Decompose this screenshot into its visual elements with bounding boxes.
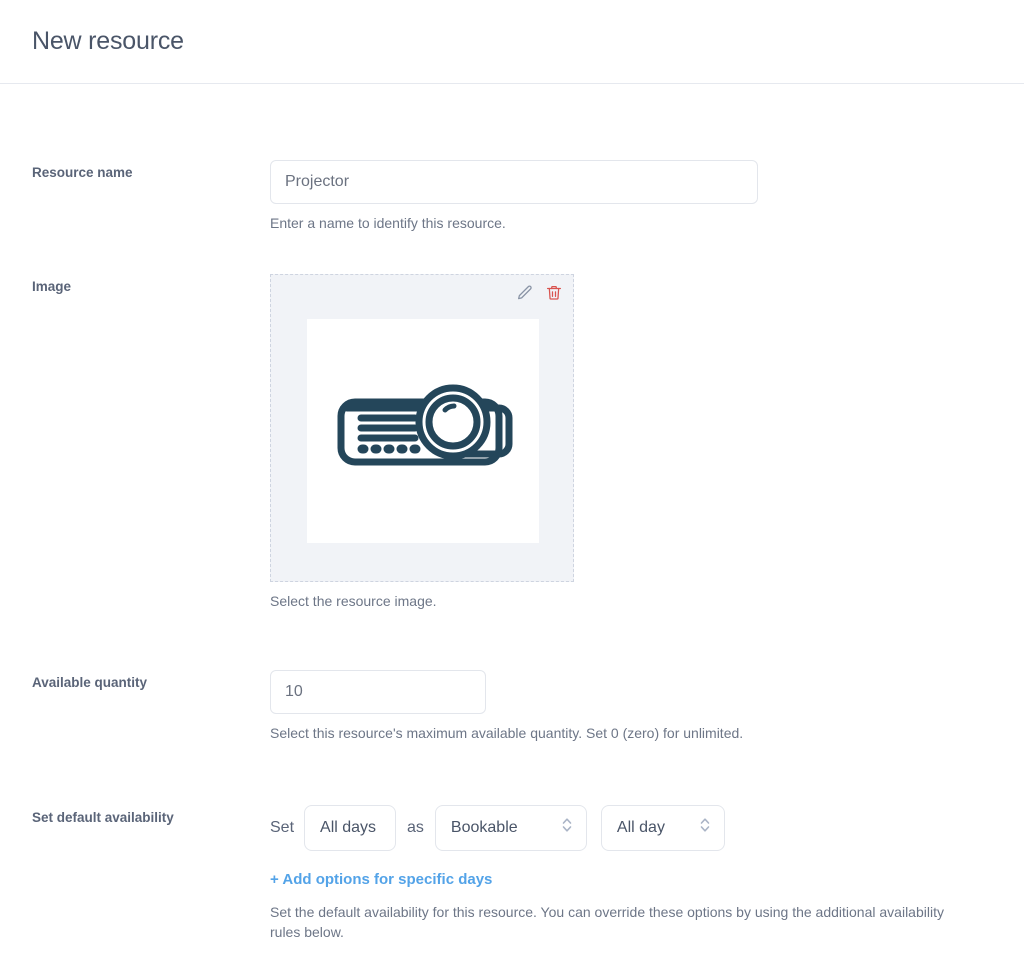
chevron-updown-icon xyxy=(699,816,711,839)
field-available-quantity: Available quantity Select this resource'… xyxy=(32,669,992,743)
available-quantity-input[interactable] xyxy=(270,669,486,714)
field-image: Image Select the resource image. xyxy=(32,274,992,611)
image-label: Image xyxy=(32,279,72,295)
pencil-icon[interactable] xyxy=(516,284,534,302)
page-header: New resource xyxy=(0,0,1024,84)
default-availability-help: Set the default availability for this re… xyxy=(270,903,944,941)
add-specific-days-link[interactable]: + Add options for specific days xyxy=(270,871,492,888)
image-upload-box[interactable] xyxy=(270,274,574,583)
image-action-buttons xyxy=(516,284,563,302)
projector-icon xyxy=(337,384,513,466)
days-selector[interactable]: All days xyxy=(304,804,397,851)
available-quantity-control: Select this resource's maximum available… xyxy=(270,669,992,743)
connector-as-text: as xyxy=(407,818,424,836)
image-control: Select the resource image. xyxy=(270,274,992,611)
connector-set-text: Set xyxy=(270,818,295,836)
resource-name-input[interactable] xyxy=(270,160,758,204)
availability-status-select[interactable]: Bookable xyxy=(434,804,587,851)
default-availability-control: Set All days as Bookable All day + Add o… xyxy=(270,804,992,943)
image-help: Select the resource image. xyxy=(270,593,437,610)
resource-name-help: Enter a name to identify this resource. xyxy=(270,215,506,231)
chevron-updown-icon xyxy=(561,816,573,839)
resource-name-label: Resource name xyxy=(32,165,133,180)
resource-name-control: Enter a name to identify this resource. xyxy=(270,160,992,233)
field-default-availability: Set default availability Set All days as… xyxy=(32,804,992,943)
availability-time-select[interactable]: All day xyxy=(600,804,725,851)
page-title: New resource xyxy=(32,27,184,55)
resource-form: Resource name Enter a name to identify t… xyxy=(0,160,1024,942)
available-quantity-help: Select this resource's maximum available… xyxy=(270,724,744,741)
availability-status-value: Bookable xyxy=(450,818,518,836)
field-resource-name: Resource name Enter a name to identify t… xyxy=(32,160,992,233)
days-selector-value: All days xyxy=(320,818,377,836)
availability-rule-line: Set All days as Bookable All day xyxy=(270,804,992,851)
default-availability-label: Set default availability xyxy=(32,809,174,825)
available-quantity-label: Available quantity xyxy=(32,674,148,690)
image-thumbnail xyxy=(307,319,539,544)
availability-time-value: All day xyxy=(616,818,665,836)
trash-icon[interactable] xyxy=(545,284,563,302)
